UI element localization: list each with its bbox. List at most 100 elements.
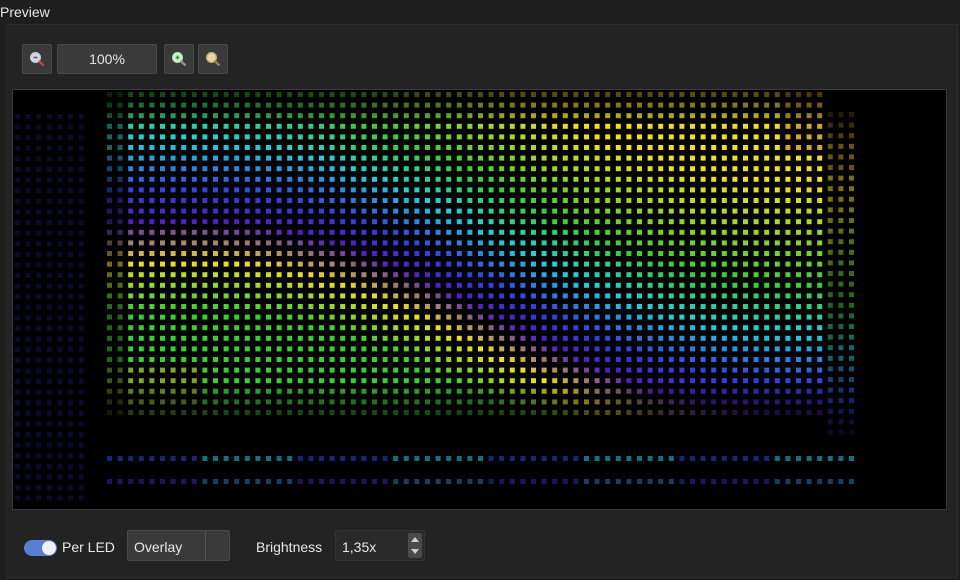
- led-dot: [478, 399, 483, 405]
- led-dot: [361, 240, 367, 246]
- led-dot: [435, 166, 441, 172]
- led-dot: [753, 456, 759, 461]
- led-dot: [690, 123, 695, 129]
- zoom-fit-button[interactable]: [198, 44, 228, 74]
- led-dot: [414, 155, 420, 161]
- led-dot: [774, 272, 780, 278]
- led-dot: [520, 456, 526, 461]
- zoom-in-button[interactable]: [164, 44, 194, 74]
- mode-select[interactable]: Overlay: [127, 530, 230, 561]
- led-dot: [160, 335, 165, 341]
- led-dot: [36, 294, 42, 300]
- led-dot: [414, 208, 420, 214]
- led-dot: [615, 240, 621, 246]
- led-dot: [806, 113, 812, 119]
- led-dot: [647, 293, 653, 299]
- led-dot: [350, 166, 356, 172]
- led-dot: [552, 357, 558, 362]
- led-dot: [393, 219, 399, 225]
- led-dot: [796, 113, 801, 119]
- led-dot: [266, 293, 271, 299]
- led-dot: [732, 102, 738, 108]
- led-dot: [160, 346, 165, 352]
- led-dot: [478, 357, 483, 362]
- led-dot: [160, 367, 165, 373]
- led-dot: [340, 145, 346, 150]
- led-dot: [25, 336, 31, 342]
- led-dot: [287, 388, 293, 394]
- led-dot: [414, 261, 420, 267]
- led-dot: [520, 102, 526, 108]
- led-dot: [170, 113, 176, 119]
- led-dot: [838, 228, 844, 234]
- led-dot: [647, 261, 653, 267]
- led-dot: [562, 479, 568, 484]
- mode-select-value: Overlay: [134, 539, 183, 555]
- led-dot: [46, 304, 52, 310]
- led-dot: [382, 388, 388, 394]
- led-dot: [223, 367, 229, 373]
- led-dot: [255, 378, 261, 384]
- led-dot: [117, 155, 123, 161]
- led-dot: [562, 314, 568, 320]
- led-dot: [36, 145, 42, 151]
- led-dot: [753, 282, 759, 288]
- led-dot: [552, 102, 558, 108]
- led-dot: [764, 304, 770, 309]
- led-dot: [732, 346, 738, 352]
- led-dot: [414, 219, 420, 225]
- led-dot: [46, 124, 52, 130]
- led-dot: [297, 251, 303, 256]
- spin-up-icon[interactable]: [411, 537, 419, 542]
- led-dot: [372, 229, 377, 235]
- spin-arrows[interactable]: [408, 533, 422, 558]
- led-dot: [46, 400, 52, 406]
- led-dot: [213, 198, 218, 203]
- led-dot: [78, 432, 84, 437]
- led-dot: [138, 399, 144, 405]
- spin-down-icon[interactable]: [411, 549, 419, 554]
- brightness-spinbox[interactable]: 1,35x: [335, 530, 425, 561]
- led-dot: [817, 155, 823, 161]
- led-dot: [107, 198, 112, 203]
- zoom-level-field[interactable]: 100%: [57, 44, 157, 74]
- led-dot: [46, 135, 52, 141]
- led-dot: [615, 388, 621, 394]
- led-dot: [679, 272, 685, 278]
- led-dot: [594, 282, 600, 288]
- led-dot: [138, 219, 144, 225]
- led-dot: [764, 399, 770, 405]
- led-dot: [160, 102, 165, 108]
- led-dot: [15, 283, 20, 289]
- led-dot: [456, 155, 462, 161]
- led-dot: [456, 134, 462, 140]
- led-dot: [340, 304, 346, 309]
- led-dot: [382, 410, 388, 415]
- led-dot: [372, 145, 377, 150]
- led-dot: [594, 456, 600, 461]
- led-dot: [78, 463, 84, 469]
- led-dot: [806, 456, 812, 461]
- led-dot: [552, 335, 558, 341]
- led-dot: [594, 155, 600, 161]
- led-dot: [541, 229, 547, 235]
- led-dot: [774, 229, 780, 235]
- led-dot: [435, 378, 441, 384]
- zoom-out-button[interactable]: [22, 44, 52, 74]
- led-dot: [647, 335, 653, 341]
- led-dot: [743, 92, 748, 97]
- led-dot: [350, 92, 356, 97]
- led-dot: [806, 198, 812, 203]
- led-preview-viewport[interactable]: [12, 89, 947, 510]
- led-dot: [255, 229, 261, 235]
- led-dot: [78, 485, 84, 490]
- led-dot: [637, 92, 642, 97]
- per-led-toggle[interactable]: [24, 540, 57, 556]
- led-dot: [456, 229, 462, 235]
- led-dot: [234, 187, 240, 193]
- led-dot: [255, 155, 261, 161]
- led-dot: [57, 273, 63, 278]
- led-dot: [350, 187, 356, 193]
- led-dot: [849, 345, 854, 351]
- led-dot: [700, 479, 706, 484]
